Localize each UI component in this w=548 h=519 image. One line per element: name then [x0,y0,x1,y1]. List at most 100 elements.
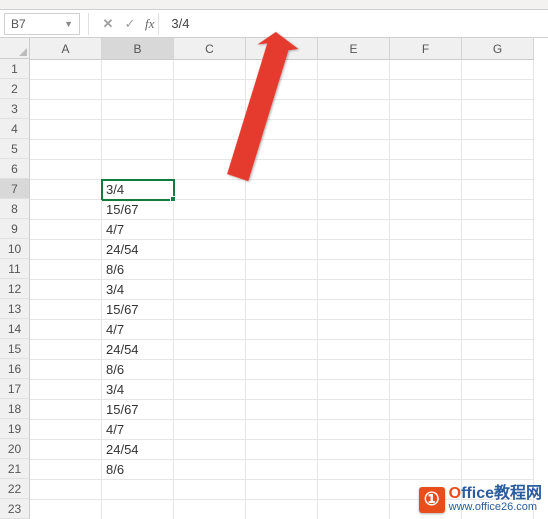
row-header-13[interactable]: 13 [0,299,30,319]
row-header-16[interactable]: 16 [0,359,30,379]
cell-E19[interactable] [318,420,390,440]
cell-C13[interactable] [174,300,246,320]
enter-icon[interactable]: ✓ [119,13,141,35]
cell-G9[interactable] [462,220,534,240]
row-header-14[interactable]: 14 [0,319,30,339]
column-header-E[interactable]: E [318,38,390,60]
cell-A8[interactable] [30,200,102,220]
column-header-B[interactable]: B [102,38,174,60]
cell-C7[interactable] [174,180,246,200]
cell-D19[interactable] [246,420,318,440]
cell-C17[interactable] [174,380,246,400]
row-header-11[interactable]: 11 [0,259,30,279]
cell-F10[interactable] [390,240,462,260]
cell-C16[interactable] [174,360,246,380]
cell-D13[interactable] [246,300,318,320]
cell-A5[interactable] [30,140,102,160]
cell-A11[interactable] [30,260,102,280]
cell-B20[interactable]: 24/54 [102,440,174,460]
cell-C18[interactable] [174,400,246,420]
cell-G14[interactable] [462,320,534,340]
cell-G18[interactable] [462,400,534,420]
cell-E6[interactable] [318,160,390,180]
cancel-icon[interactable]: ✕ [97,13,119,35]
cell-G10[interactable] [462,240,534,260]
cell-D1[interactable] [246,60,318,80]
cell-D11[interactable] [246,260,318,280]
cell-D4[interactable] [246,120,318,140]
cell-A2[interactable] [30,80,102,100]
cell-G16[interactable] [462,360,534,380]
cell-E23[interactable] [318,500,390,519]
cell-F2[interactable] [390,80,462,100]
row-header-9[interactable]: 9 [0,219,30,239]
cell-A21[interactable] [30,460,102,480]
cell-A23[interactable] [30,500,102,519]
cell-A17[interactable] [30,380,102,400]
cell-A3[interactable] [30,100,102,120]
cell-E10[interactable] [318,240,390,260]
cell-G6[interactable] [462,160,534,180]
cell-B7[interactable]: 3/4 [102,180,174,200]
cell-E14[interactable] [318,320,390,340]
cell-B5[interactable] [102,140,174,160]
cell-B11[interactable]: 8/6 [102,260,174,280]
cell-D10[interactable] [246,240,318,260]
cell-F17[interactable] [390,380,462,400]
cell-B16[interactable]: 8/6 [102,360,174,380]
cell-G21[interactable] [462,460,534,480]
cell-F14[interactable] [390,320,462,340]
cell-B17[interactable]: 3/4 [102,380,174,400]
cell-E1[interactable] [318,60,390,80]
cell-F12[interactable] [390,280,462,300]
cell-B19[interactable]: 4/7 [102,420,174,440]
cell-B4[interactable] [102,120,174,140]
row-header-19[interactable]: 19 [0,419,30,439]
row-header-4[interactable]: 4 [0,119,30,139]
selection-handle[interactable] [170,196,176,202]
row-header-22[interactable]: 22 [0,479,30,499]
cell-E5[interactable] [318,140,390,160]
cell-A9[interactable] [30,220,102,240]
cell-F5[interactable] [390,140,462,160]
cell-F9[interactable] [390,220,462,240]
cell-F4[interactable] [390,120,462,140]
cell-F3[interactable] [390,100,462,120]
row-header-1[interactable]: 1 [0,59,30,79]
fx-icon[interactable]: fx [141,16,158,32]
cell-D21[interactable] [246,460,318,480]
cell-A1[interactable] [30,60,102,80]
row-header-12[interactable]: 12 [0,279,30,299]
cell-C3[interactable] [174,100,246,120]
cell-D20[interactable] [246,440,318,460]
cell-G5[interactable] [462,140,534,160]
formula-input[interactable]: 3/4 [158,13,548,35]
cell-A18[interactable] [30,400,102,420]
row-header-7[interactable]: 7 [0,179,30,199]
cell-A14[interactable] [30,320,102,340]
cell-D9[interactable] [246,220,318,240]
cell-F11[interactable] [390,260,462,280]
cell-E4[interactable] [318,120,390,140]
cell-B1[interactable] [102,60,174,80]
cell-D5[interactable] [246,140,318,160]
cell-D22[interactable] [246,480,318,500]
cell-E21[interactable] [318,460,390,480]
cell-C15[interactable] [174,340,246,360]
cell-C10[interactable] [174,240,246,260]
row-header-15[interactable]: 15 [0,339,30,359]
cell-E9[interactable] [318,220,390,240]
cell-A6[interactable] [30,160,102,180]
cell-D3[interactable] [246,100,318,120]
cell-E12[interactable] [318,280,390,300]
cell-E3[interactable] [318,100,390,120]
cell-E7[interactable] [318,180,390,200]
cell-B21[interactable]: 8/6 [102,460,174,480]
cell-B3[interactable] [102,100,174,120]
row-header-6[interactable]: 6 [0,159,30,179]
cell-A15[interactable] [30,340,102,360]
cell-D12[interactable] [246,280,318,300]
cell-B13[interactable]: 15/67 [102,300,174,320]
cell-C23[interactable] [174,500,246,519]
row-header-8[interactable]: 8 [0,199,30,219]
